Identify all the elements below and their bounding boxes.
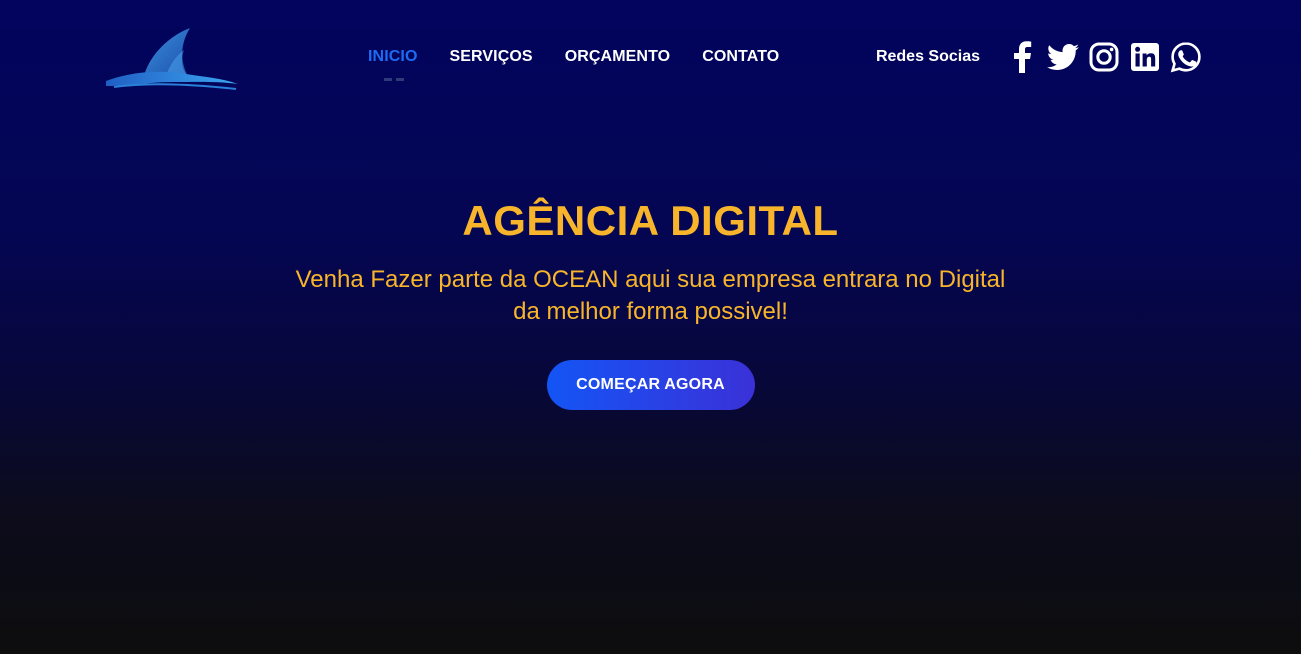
hero-title: AGÊNCIA DIGITAL [462, 197, 839, 244]
nav-item-inicio: INICIO [368, 47, 418, 81]
active-nav-indicator [384, 78, 404, 81]
instagram-icon[interactable] [1087, 40, 1121, 74]
nav-link-orcamento[interactable]: ORÇAMENTO [565, 48, 671, 65]
twitter-icon[interactable] [1046, 40, 1080, 74]
main-nav: INICIO SERVIÇOS ORÇAMENTO CONTATO [368, 47, 779, 81]
nav-link-inicio[interactable]: INICIO [368, 48, 418, 65]
hero-subtitle: Venha Fazer parte da OCEAN aqui sua empr… [295, 266, 1006, 325]
nav-link-servicos[interactable]: SERVIÇOS [450, 48, 533, 65]
landing-page: INICIO SERVIÇOS ORÇAMENTO CONTATO Redes … [0, 0, 1301, 654]
logo[interactable] [104, 26, 240, 90]
nav-item-contato: CONTATO [702, 47, 779, 67]
social-links: Redes Socias [876, 38, 1203, 76]
whatsapp-icon[interactable] [1169, 40, 1203, 74]
social-links-label: Redes Socias [875, 48, 980, 65]
hero-section: AGÊNCIA DIGITAL Venha Fazer parte da OCE… [0, 190, 1301, 410]
nav-item-orcamento: ORÇAMENTO [565, 47, 671, 67]
linkedin-icon[interactable] [1128, 40, 1162, 74]
nav-link-contato[interactable]: CONTATO [702, 48, 779, 65]
shark-fin-wave-logo-icon [106, 28, 238, 90]
facebook-icon[interactable] [1005, 40, 1039, 74]
navbar: INICIO SERVIÇOS ORÇAMENTO CONTATO Redes … [0, 0, 1301, 115]
nav-item-servicos: SERVIÇOS [450, 47, 533, 67]
start-now-button[interactable]: COMEÇAR AGORA [546, 360, 755, 410]
